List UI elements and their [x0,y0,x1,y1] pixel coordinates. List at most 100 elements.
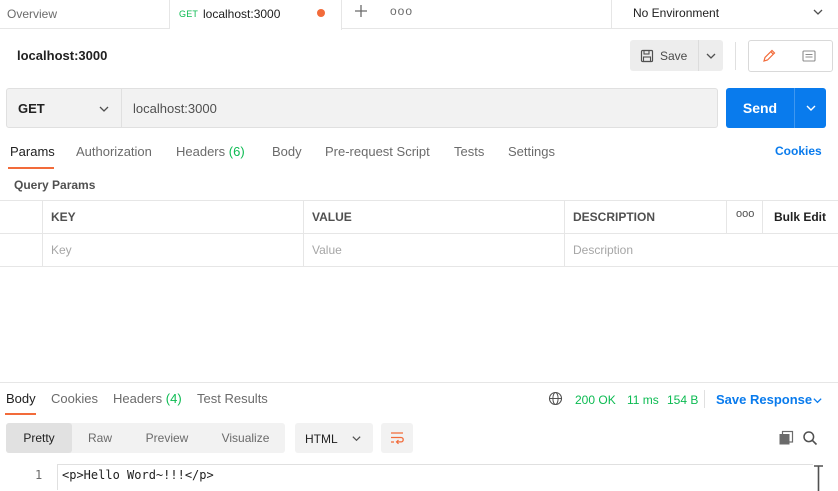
unsaved-dot-icon [317,9,325,17]
active-tab-indicator [8,167,54,169]
environment-label: No Environment [633,6,720,20]
tab-more-button[interactable]: ooo [390,4,413,18]
tab-label: Body [6,391,36,406]
save-response-button[interactable]: Save Response [716,392,822,407]
documentation-button[interactable] [789,43,829,69]
column-divider [762,201,763,234]
method-select[interactable]: GET [6,88,122,128]
view-pretty-button[interactable]: Pretty [6,423,72,453]
tab-params[interactable]: Params [10,144,55,159]
divider [735,42,736,70]
key-input[interactable]: Key [42,234,303,267]
headers-count-badge: (4) [165,391,182,406]
column-value: VALUE [312,210,352,224]
save-label: Save [660,48,688,63]
send-button[interactable]: Send [726,88,795,128]
edit-mode-button[interactable] [751,43,787,69]
tab-label: Cookies [51,391,98,406]
save-options-button[interactable] [699,40,723,71]
tab-tests[interactable]: Tests [454,144,484,159]
column-divider [303,201,304,267]
method-value: GET [18,101,45,116]
request-tabs: Params Authorization Headers (6) Body Pr… [0,140,838,170]
tab-label: Params [10,144,55,159]
view-raw-button[interactable]: Raw [72,423,128,453]
chevron-down-icon [352,436,361,442]
url-input[interactable]: localhost:3000 [122,88,718,128]
save-button-group: Save [630,40,723,71]
chevron-down-icon [806,105,815,111]
response-body-editor[interactable]: 1 <p>Hello Word~!!!</p> [0,463,838,491]
code-line: <p>Hello Word~!!!</p> [62,468,214,482]
chevron-down-icon [706,53,716,59]
tab-authorization[interactable]: Authorization [76,144,152,159]
wrap-lines-button[interactable] [381,423,413,453]
environment-select[interactable]: No Environment [611,0,838,29]
tab-method-badge: GET [179,9,199,19]
headers-count-badge: (6) [228,144,245,159]
tab-headers[interactable]: Headers (6) [176,144,245,159]
chevron-down-icon [99,106,109,112]
wrap-icon [391,432,404,445]
view-mode-group: Pretty Raw Preview Visualize [6,423,285,453]
pencil-icon [763,49,776,62]
description-input[interactable]: Description [564,234,726,267]
tab-label: Authorization [76,144,152,159]
response-size[interactable]: 154 B [667,393,698,407]
divider [704,390,705,408]
column-description: DESCRIPTION [573,210,656,224]
send-label: Send [742,100,778,116]
tab-pre-request-script[interactable]: Pre-request Script [325,144,430,159]
response-time[interactable]: 11 ms [627,393,659,407]
view-visualize-button[interactable]: Visualize [206,423,285,453]
tab-settings[interactable]: Settings [508,144,555,159]
request-title[interactable]: localhost:3000 [17,48,107,63]
new-tab-button[interactable] [354,4,370,22]
tab-label: Body [272,144,302,159]
url-value: localhost:3000 [133,101,217,116]
response-divider[interactable] [0,382,838,383]
cookies-link[interactable]: Cookies [775,144,822,158]
tab-strip: Overview GET localhost:3000 ooo No Envir… [0,0,838,30]
bulk-edit-button[interactable]: Bulk Edit [774,210,826,224]
column-divider [42,201,43,267]
plus-icon [355,5,367,17]
globe-icon[interactable] [548,391,563,406]
response-tab-headers[interactable]: Headers (4) [113,391,182,406]
language-select[interactable]: HTML [295,423,373,453]
tab-label: Tests [454,144,485,159]
column-divider [564,201,565,267]
tab-label: Headers [113,391,163,406]
more-icon: ooo [390,4,414,18]
send-options-button[interactable] [795,88,826,128]
chevron-down-icon [813,398,822,404]
search-icon[interactable] [802,430,818,446]
tab-label: Headers [176,144,226,159]
table-header-row: KEY VALUE DESCRIPTION ooo Bulk Edit [0,201,838,234]
response-tab-body[interactable]: Body [6,391,36,406]
save-button[interactable]: Save [630,40,699,71]
tab-overview-label: Overview [7,7,58,21]
value-input[interactable]: Value [303,234,564,267]
chevron-down-icon [813,9,823,15]
tab-localhost[interactable]: GET localhost:3000 [170,0,342,30]
status-code[interactable]: 200 OK [575,393,616,407]
response-tab-test-results[interactable]: Test Results [197,391,268,406]
send-button-group: Send [726,88,826,128]
response-tab-cookies[interactable]: Cookies [51,391,98,406]
view-preview-button[interactable]: Preview [128,423,206,453]
query-params-heading: Query Params [14,178,96,192]
line-number: 1 [35,468,43,482]
tab-body[interactable]: Body [272,144,302,159]
document-icon [802,50,816,62]
tab-label: Pre-request Script [325,144,430,159]
tab-label: Test Results [197,391,268,406]
column-divider [726,201,727,234]
copy-icon[interactable] [778,430,794,446]
active-tab-indicator [5,413,36,415]
tab-overview[interactable]: Overview [0,0,170,29]
scrollbar-thumb[interactable] [813,464,824,491]
language-value: HTML [305,432,338,446]
column-options-button[interactable]: ooo [736,208,754,220]
tab-label: localhost:3000 [203,7,281,21]
